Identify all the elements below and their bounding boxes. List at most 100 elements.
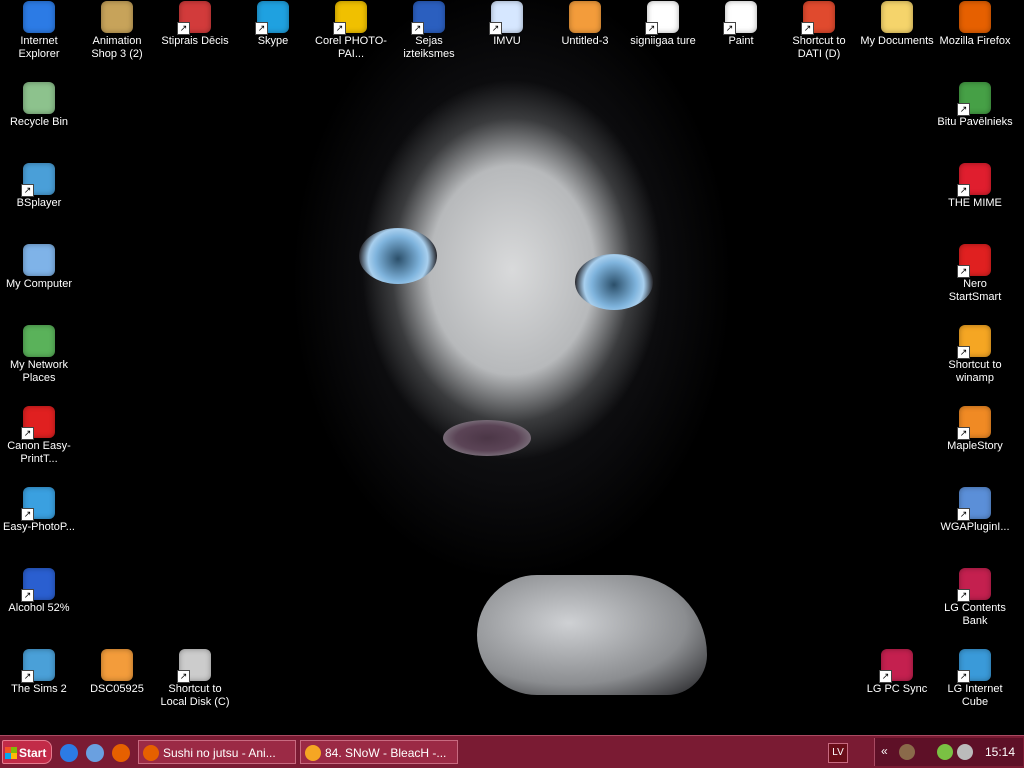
desktop-icon[interactable]: ↗ Nero StartSmart	[937, 244, 1013, 304]
desktop-icon[interactable]: ↗ Bitu Pavēlnieks	[937, 82, 1013, 129]
doll-lips	[443, 420, 531, 456]
desktop-icon[interactable]: Recycle Bin	[1, 82, 77, 129]
word-document-icon: ↗	[411, 1, 445, 35]
desktop-icon[interactable]: ↗ WGAPluginI...	[937, 487, 1013, 534]
messenger-icon[interactable]	[937, 744, 953, 760]
nero-icon: ↗	[957, 244, 991, 278]
quick-launch-document-icon[interactable]	[86, 744, 104, 762]
desktop-icon[interactable]: Internet Explorer	[1, 1, 77, 61]
desktop-icon[interactable]: ↗ Easy-PhotoP...	[1, 487, 77, 534]
winamp-icon	[305, 745, 321, 761]
desktop-icon[interactable]: ↗ LG Contents Bank	[937, 568, 1013, 628]
start-button[interactable]: Start	[2, 740, 52, 764]
clock: 15:14	[984, 745, 1015, 759]
corel-photo-paint-icon: ↗	[333, 1, 367, 35]
quick-launch-firefox-icon[interactable]	[112, 744, 130, 762]
shortcut-arrow-icon: ↗	[255, 22, 268, 35]
quick-launch-internet-explorer-icon[interactable]	[60, 744, 78, 762]
taskbar-button-label: Sushi no jutsu - Ani...	[163, 746, 276, 760]
media-player-icon: ↗	[21, 163, 55, 197]
shortcut-arrow-icon: ↗	[177, 22, 190, 35]
desktop-icon[interactable]: ↗ MapleStory	[937, 406, 1013, 453]
winamp-icon: ↗	[957, 325, 991, 359]
shortcut-arrow-icon: ↗	[645, 22, 658, 35]
shortcut-arrow-icon: ↗	[957, 346, 970, 359]
desktop-icon[interactable]: ↗ LG Internet Cube	[937, 649, 1013, 709]
desktop-icon[interactable]: My Documents	[859, 1, 935, 48]
desktop-icon-label: Canon Easy-PrintT...	[7, 440, 71, 465]
desktop-icon-label: My Documents	[860, 35, 934, 47]
shortcut-arrow-icon: ↗	[21, 184, 34, 197]
doll-right-eye	[575, 254, 653, 310]
shortcut-arrow-icon: ↗	[723, 22, 736, 35]
desktop-icon[interactable]: ↗ signiigaa ture	[625, 1, 701, 48]
speaker-icon[interactable]	[957, 744, 973, 760]
taskbar-button-firefox[interactable]: Sushi no jutsu - Ani...	[138, 740, 296, 764]
shortcut-arrow-icon: ↗	[489, 22, 502, 35]
desktop-icon[interactable]: ↗ Shortcut to DATI (D)	[781, 1, 857, 61]
taskbar: Start Sushi no jutsu - Ani... 84. SNoW -…	[0, 735, 1024, 768]
desktop-icon[interactable]: Animation Shop 3 (2)	[79, 1, 155, 61]
paint-icon: ↗	[723, 1, 757, 35]
hard-drive-icon: ↗	[177, 649, 211, 683]
desktop-icon[interactable]: DSC05925	[79, 649, 155, 696]
desktop-icon[interactable]: ↗ Canon Easy-PrintT...	[1, 406, 77, 466]
photo-print-icon: ↗	[21, 487, 55, 521]
desktop-icon[interactable]: ↗ The Sims 2	[1, 649, 77, 696]
image-file-icon	[569, 1, 601, 33]
shortcut-arrow-icon: ↗	[21, 508, 34, 521]
shortcut-arrow-icon: ↗	[957, 265, 970, 278]
desktop-icon[interactable]: ↗ Shortcut to Local Disk (C)	[157, 649, 233, 709]
printer-toolbox-icon: ↗	[21, 406, 55, 440]
shortcut-arrow-icon: ↗	[957, 589, 970, 602]
desktop-icon[interactable]: ↗ Sejas izteiksmes	[391, 1, 467, 61]
desktop-icon[interactable]: ↗ Corel PHOTO-PAI...	[313, 1, 389, 61]
taskbar-button-winamp[interactable]: 84. SNoW - BleacH -...	[300, 740, 458, 764]
internet-explorer-icon	[23, 1, 55, 33]
desktop-icon[interactable]: ↗ Shortcut to winamp	[937, 325, 1013, 385]
shortcut-arrow-icon: ↗	[957, 508, 970, 521]
desktop-icon[interactable]: ↗ Paint	[703, 1, 779, 48]
network-places-icon	[23, 325, 55, 357]
desktop-icon[interactable]: ↗ LG PC Sync	[859, 649, 935, 696]
lg-logo-icon: ↗	[879, 649, 913, 683]
desktop-icon-label: Stiprais Dēcis	[161, 35, 229, 47]
shortcut-arrow-icon: ↗	[333, 22, 346, 35]
shortcut-arrow-icon: ↗	[879, 670, 892, 683]
desktop-icon[interactable]: My Network Places	[1, 325, 77, 385]
shortcut-arrow-icon: ↗	[21, 670, 34, 683]
language-indicator[interactable]: LV	[828, 743, 848, 763]
tray-app-icon[interactable]	[899, 744, 915, 760]
desktop-icon[interactable]: ↗ THE MIME	[937, 163, 1013, 210]
desktop-icon-label: Shortcut to DATI (D)	[792, 35, 846, 60]
desktop-icon[interactable]: Untitled-3	[547, 1, 623, 48]
tray-expand-button[interactable]: «	[881, 744, 888, 758]
image-file-icon: ↗	[645, 1, 679, 35]
recycle-bin-icon	[23, 82, 55, 114]
skype-icon: ↗	[255, 1, 289, 35]
desktop-icon[interactable]: ↗ Stiprais Dēcis	[157, 1, 233, 48]
desktop-icon[interactable]: Mozilla Firefox	[937, 1, 1013, 48]
shortcut-arrow-icon: ↗	[801, 22, 814, 35]
desktop-icon[interactable]: ↗ BSplayer	[1, 163, 77, 210]
security-shield-icon: ↗	[177, 1, 211, 35]
desktop-icon[interactable]: ↗ IMVU	[469, 1, 545, 48]
desktop-icon[interactable]: ↗ Alcohol 52%	[1, 568, 77, 615]
desktop-icon[interactable]: ↗ Skype	[235, 1, 311, 48]
sims-plumbob-icon: ↗	[21, 649, 55, 683]
desktop-icon-label: Nero StartSmart	[948, 278, 1002, 303]
desktop-icon-label: Untitled-3	[561, 35, 609, 47]
desktop-icon-label: LG PC Sync	[866, 683, 928, 695]
desktop-icon-label: WGAPluginI...	[940, 521, 1010, 533]
shortcut-arrow-icon: ↗	[411, 22, 424, 35]
desktop-icon-label: DSC05925	[90, 683, 144, 695]
doll-hand	[477, 575, 707, 695]
desktop-icon-label: The Sims 2	[11, 683, 67, 695]
desktop-icon-label: Sejas izteiksmes	[403, 35, 455, 60]
desktop-wallpaper	[277, 0, 747, 720]
desktop-icon-label: Corel PHOTO-PAI...	[315, 35, 387, 60]
desktop-icon-label: LG Contents Bank	[944, 602, 1006, 627]
shortcut-arrow-icon: ↗	[957, 184, 970, 197]
desktop-icon-label: Paint	[728, 35, 754, 47]
desktop-icon[interactable]: My Computer	[1, 244, 77, 291]
